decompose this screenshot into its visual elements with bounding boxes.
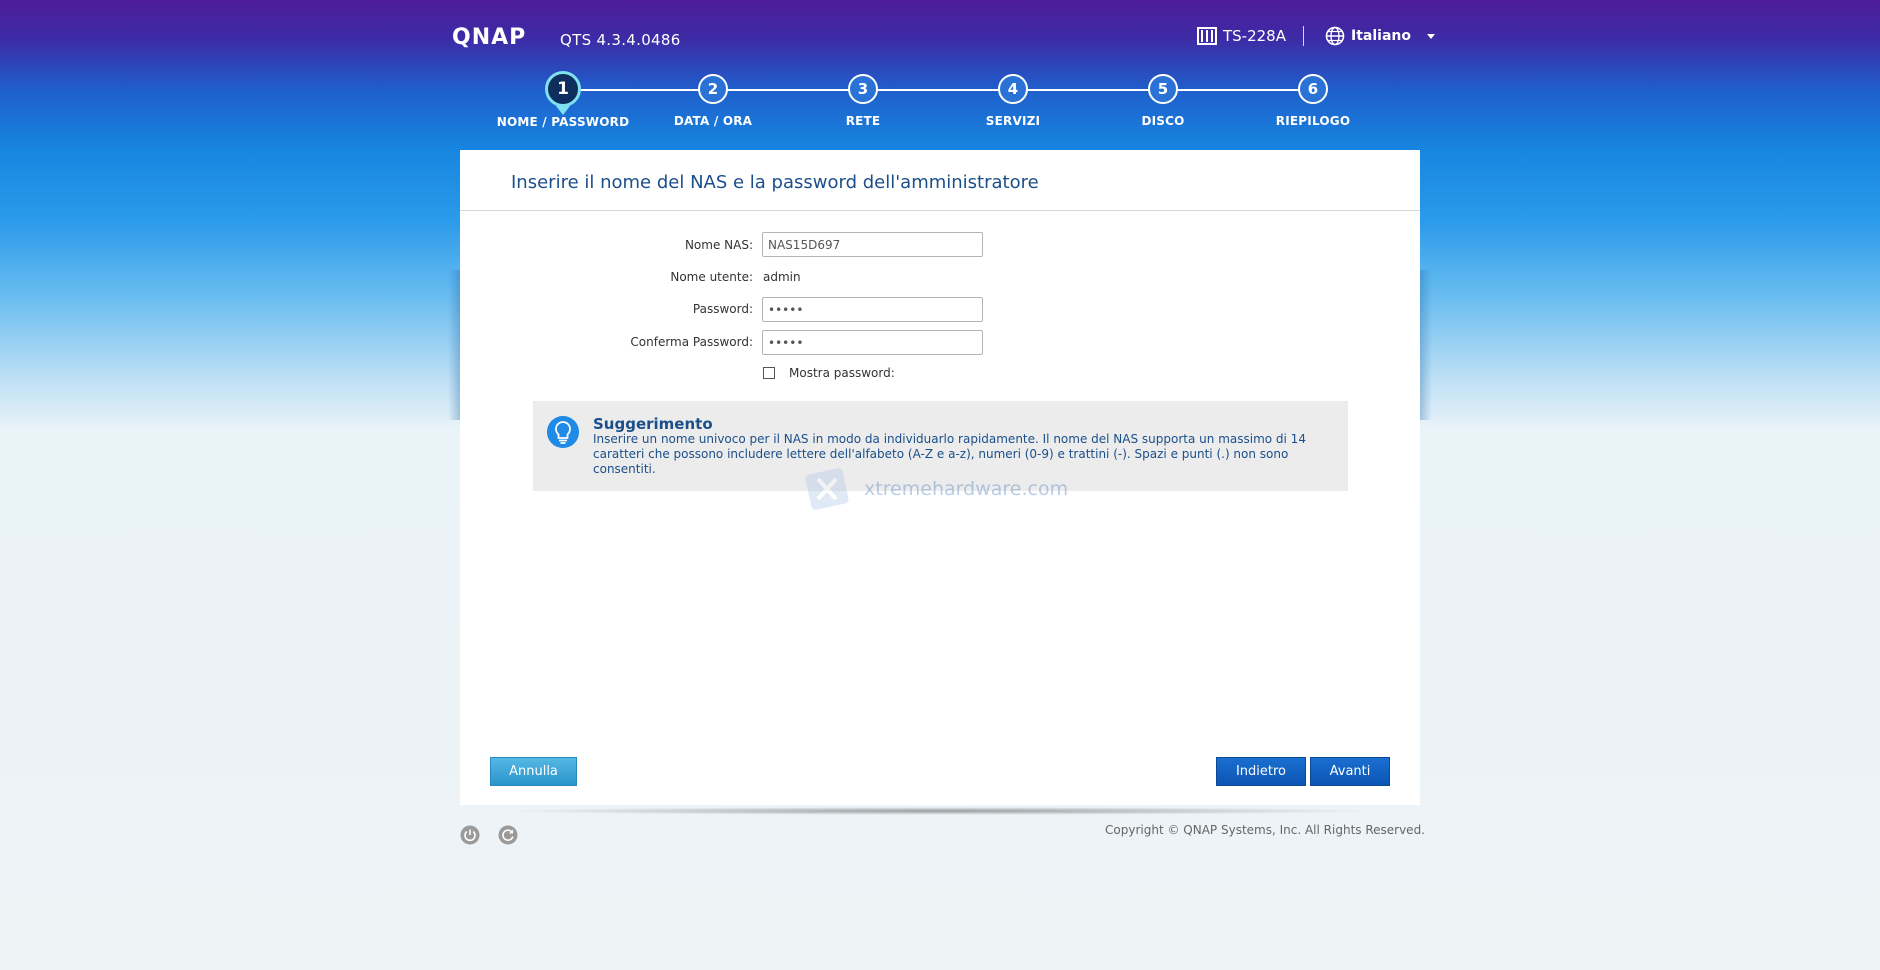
globe-icon — [1325, 26, 1345, 46]
tip-title: Suggerimento — [593, 415, 713, 433]
show-password-label: Mostra password: — [789, 366, 895, 380]
watermark: xtremehardware.com — [800, 465, 1068, 513]
language-selector[interactable]: Italiano — [1325, 26, 1435, 46]
watermark-text: xtremehardware.com — [864, 478, 1069, 500]
password-label: Password: — [692, 302, 753, 316]
nas-device-icon — [1197, 27, 1217, 45]
qnap-logo: QNAP — [452, 25, 526, 49]
step-label: SERVIZI — [985, 114, 1041, 128]
back-button[interactable]: Indietro — [1216, 757, 1306, 786]
step-number: 1 — [545, 71, 581, 115]
show-password-checkbox[interactable] — [763, 367, 775, 379]
step-2: 2 DATA / ORA — [633, 74, 793, 128]
step-3: 3 RETE — [783, 74, 943, 128]
language-label: Italiano — [1351, 28, 1411, 44]
nas-name-label: Nome NAS: — [684, 238, 753, 252]
step-label: RETE — [845, 114, 881, 128]
username-value: admin — [763, 270, 801, 284]
power-icon[interactable] — [460, 825, 480, 845]
refresh-icon[interactable] — [498, 825, 518, 845]
step-number: 3 — [848, 74, 878, 104]
model-label: TS-228A — [1223, 27, 1286, 45]
step-1: 1 NOME / PASSWORD — [483, 71, 643, 129]
step-number: 4 — [998, 74, 1028, 104]
next-button[interactable]: Avanti — [1310, 757, 1390, 786]
step-number: 6 — [1298, 74, 1328, 104]
panel-side-shadow — [1420, 270, 1432, 420]
username-label: Nome utente: — [670, 270, 753, 284]
step-4: 4 SERVIZI — [933, 74, 1093, 128]
step-5: 5 DISCO — [1083, 74, 1243, 128]
confirm-password-label: Conferma Password: — [630, 335, 753, 349]
confirm-password-input[interactable] — [762, 330, 983, 355]
chevron-down-icon — [1426, 33, 1435, 39]
step-number: 2 — [698, 74, 728, 104]
step-number: 5 — [1148, 74, 1178, 104]
header-separator — [1303, 26, 1304, 46]
panel-bottom-shadow — [500, 807, 1380, 815]
lightbulb-icon — [547, 416, 579, 448]
step-label: RIEPILOGO — [1275, 114, 1351, 128]
step-label: NOME / PASSWORD — [496, 115, 630, 129]
password-input[interactable] — [762, 297, 983, 322]
cancel-button[interactable]: Annulla — [490, 757, 577, 786]
divider — [460, 210, 1420, 211]
svg-text:QNAP: QNAP — [452, 25, 526, 49]
firmware-version: QTS 4.3.4.0486 — [560, 31, 681, 49]
nas-model: TS-228A — [1197, 27, 1286, 45]
panel-side-shadow — [448, 270, 460, 420]
copyright-text: Copyright © QNAP Systems, Inc. All Right… — [1105, 823, 1425, 837]
step-label: DATA / ORA — [673, 114, 753, 128]
step-label: DISCO — [1141, 114, 1185, 128]
panel-title: Inserire il nome del NAS e la password d… — [511, 172, 1039, 193]
watermark-logo-icon — [805, 468, 849, 510]
step-6: 6 RIEPILOGO — [1233, 74, 1393, 128]
nas-name-input[interactable] — [762, 232, 983, 257]
